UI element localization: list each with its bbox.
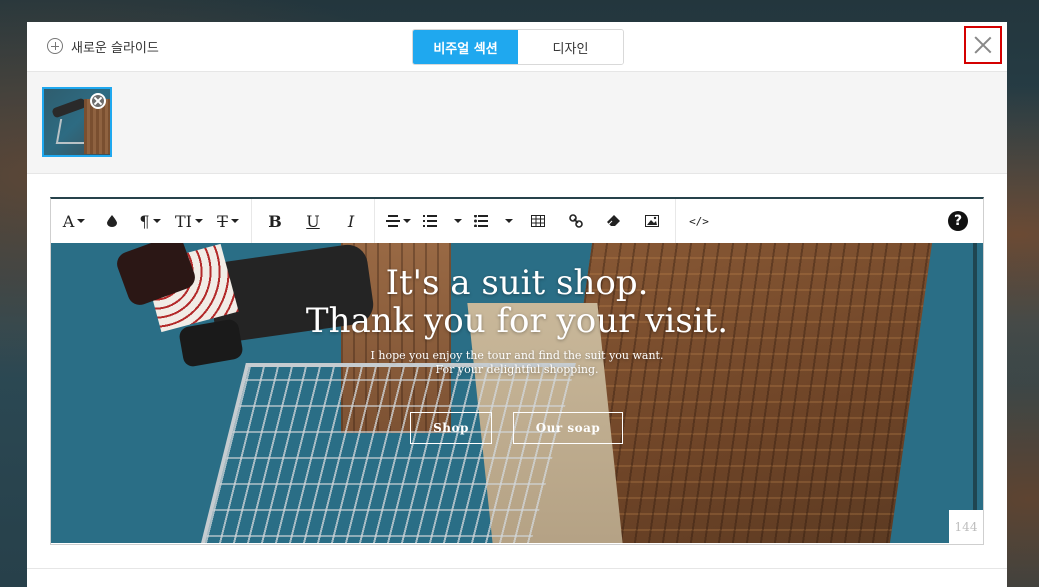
eraser-button[interactable] (595, 206, 633, 236)
slide-subtitle-line1[interactable]: I hope you enjoy the tour and find the s… (51, 349, 983, 362)
tab-design[interactable]: 디자인 (518, 30, 623, 64)
rich-text-editor: A ¶ TI T B U I </> ? It's a suit shop. T… (50, 197, 984, 545)
slide-thumbnail-strip (27, 72, 1007, 174)
thumbnail-image-legs (51, 97, 87, 119)
unordered-list-button[interactable] (468, 206, 519, 236)
font-size-label: TI (175, 211, 192, 231)
image-icon (645, 215, 659, 227)
toolbar-group-format: B U I (252, 199, 375, 243)
link-button[interactable] (557, 206, 595, 236)
paragraph-button[interactable]: ¶ (131, 206, 169, 236)
underline-label: U (306, 211, 320, 231)
table-button[interactable] (519, 206, 557, 236)
ordered-list-icon (423, 215, 437, 227)
font-name-button[interactable]: A (55, 206, 93, 236)
chevron-down-icon (152, 219, 161, 223)
editor-toolbar: A ¶ TI T B U I </> ? (51, 199, 983, 243)
bold-label: B (268, 211, 282, 231)
text-color-button[interactable] (93, 206, 131, 236)
bold-button[interactable]: B (256, 206, 294, 236)
code-view-label: </> (689, 214, 709, 228)
mode-tabs: 비주얼 섹션 디자인 (412, 29, 624, 65)
slide-title-line2[interactable]: Thank you for your visit. (51, 301, 983, 341)
modal-header: 새로운 슬라이드 비주얼 섹션 디자인 (27, 22, 1007, 72)
chevron-down-icon (402, 219, 411, 223)
ordered-list-button[interactable] (417, 206, 468, 236)
code-view-button[interactable]: </> (680, 206, 718, 236)
italic-label: I (347, 211, 355, 231)
our-soap-button[interactable]: Our soap (513, 412, 623, 444)
align-center-icon (385, 215, 400, 227)
eraser-icon (607, 215, 620, 226)
image-button[interactable] (633, 206, 671, 236)
toolbar-group-font: A ¶ TI T (51, 199, 252, 243)
character-counter: 144 (949, 510, 983, 543)
chevron-down-icon (195, 219, 203, 223)
droplet-icon (107, 215, 117, 227)
help-button[interactable]: ? (948, 211, 968, 231)
slide-title-line1[interactable]: It's a suit shop. (51, 263, 983, 303)
remove-slide-icon[interactable] (90, 93, 106, 109)
photo-shopping-cart (196, 363, 576, 543)
close-button[interactable] (964, 26, 1002, 64)
slide-canvas[interactable]: It's a suit shop. Thank you for your vis… (51, 243, 983, 543)
toolbar-group-insert (375, 199, 676, 243)
font-size-button[interactable]: TI (169, 206, 209, 236)
help-icon: ? (953, 213, 963, 229)
footer-divider (27, 568, 1007, 569)
slide-editor-modal: 새로운 슬라이드 비주얼 섹션 디자인 A ¶ TI T B U I </> ?… (27, 22, 1007, 587)
plus-circle-icon (47, 38, 63, 54)
paragraph-label: ¶ (139, 211, 150, 231)
toolbar-group-code: </> (676, 199, 722, 243)
link-icon (569, 214, 583, 228)
tab-visual-section[interactable]: 비주얼 섹션 (413, 30, 518, 64)
italic-button[interactable]: I (332, 206, 370, 236)
slide-subtitle-line2[interactable]: For your delightful shopping. (51, 363, 983, 376)
new-slide-button[interactable]: 새로운 슬라이드 (47, 36, 159, 56)
font-name-label: A (62, 211, 75, 231)
text-style-button[interactable]: T (209, 206, 247, 236)
chevron-down-icon (454, 219, 462, 223)
slide-thumbnail[interactable] (42, 87, 112, 157)
unordered-list-icon (474, 215, 488, 227)
chevron-down-icon (77, 219, 86, 223)
close-icon (974, 36, 992, 54)
underline-button[interactable]: U (294, 206, 332, 236)
chevron-down-icon (505, 219, 513, 223)
table-icon (531, 215, 545, 227)
text-style-label: T (217, 211, 228, 231)
align-button[interactable] (379, 206, 417, 236)
chevron-down-icon (230, 219, 239, 223)
new-slide-label: 새로운 슬라이드 (71, 40, 159, 56)
shop-button[interactable]: Shop (410, 412, 492, 444)
